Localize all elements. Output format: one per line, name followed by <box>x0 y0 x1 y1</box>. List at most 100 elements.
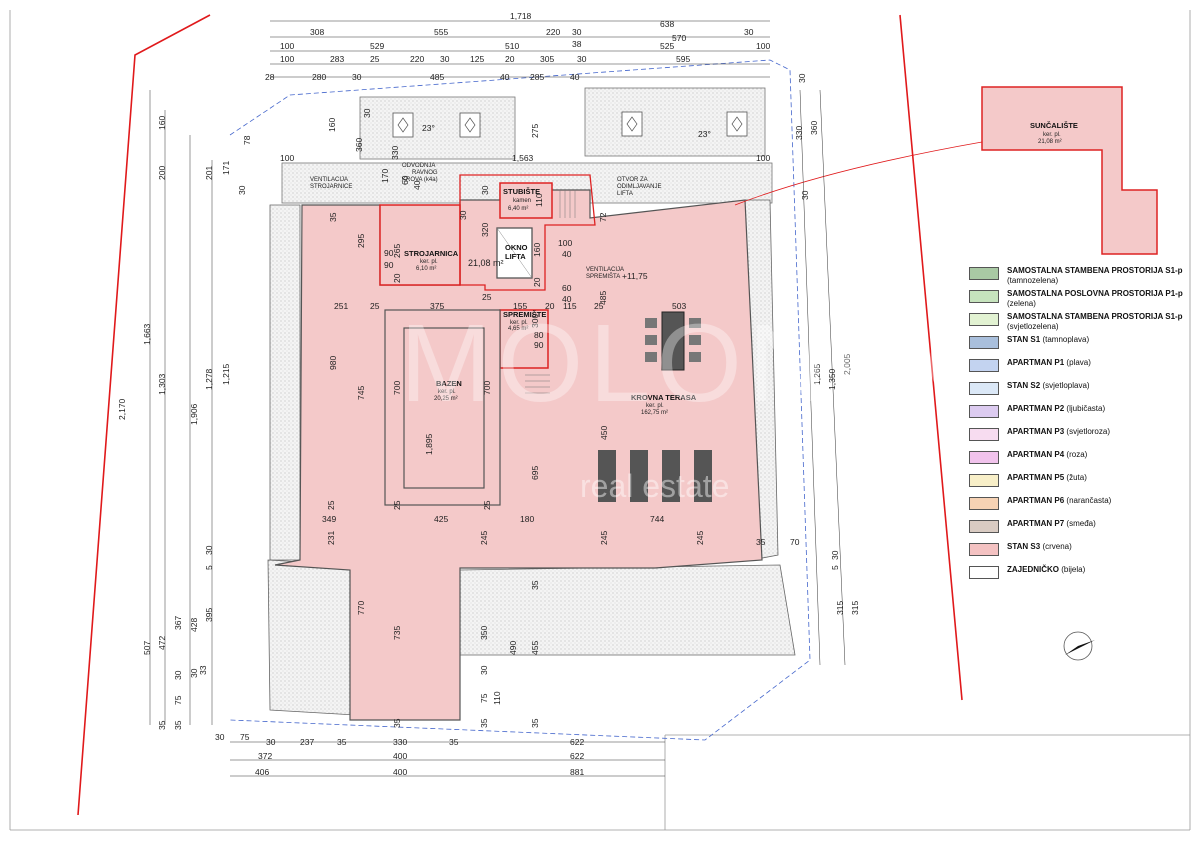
room-sub: kamen <box>513 198 531 204</box>
legend-label: APARTMAN P2 <box>1007 404 1065 413</box>
dim: 320 <box>480 223 490 237</box>
dim: 770 <box>356 601 366 615</box>
dim: 70 <box>790 537 800 547</box>
dim: 155 <box>513 301 527 311</box>
dim: 90 <box>534 340 544 350</box>
dim: 980 <box>328 356 338 370</box>
dim: 700 <box>392 381 402 395</box>
dim: 115 <box>563 301 577 311</box>
dim: 330 <box>390 146 400 160</box>
dim: 1,215 <box>221 363 231 385</box>
dim: 485 <box>430 72 444 82</box>
legend-sub: (svjetloroza) <box>1066 427 1110 436</box>
legend-label: APARTMAN P4 <box>1007 450 1065 459</box>
legend-swatch <box>969 428 999 441</box>
legend-sub: (tamnoplava) <box>1042 335 1090 344</box>
dim: 638 <box>660 19 674 29</box>
dim: 35 <box>173 720 183 730</box>
note: STROJARNICE <box>310 184 352 190</box>
dim: 100 <box>558 238 572 248</box>
dim: 400 <box>393 767 407 777</box>
dim: 1,278 <box>204 368 214 390</box>
legend-sub: (narančasta) <box>1066 496 1112 505</box>
dim: 30 <box>572 27 582 37</box>
legend-item: SAMOSTALNA STAMBENA PROSTORIJA S1-p (svje… <box>966 309 1196 332</box>
dim: 160 <box>157 116 167 130</box>
room-name: KROVNA TERASA <box>631 393 697 402</box>
dim: 1,563 <box>512 153 534 163</box>
legend-sub: (svjetlozelena) <box>1007 322 1059 331</box>
dim: 330 <box>393 737 407 747</box>
room-sub: ker. pl. <box>420 259 438 265</box>
dim: 360 <box>354 138 364 152</box>
legend-item: STAN S2 (svjetloplava) <box>966 378 1196 401</box>
dim: 455 <box>530 641 540 655</box>
dim: 30 <box>800 190 810 200</box>
legend-swatch <box>969 290 999 303</box>
legend-sub: (plava) <box>1066 358 1091 367</box>
dim: 25 <box>370 54 380 64</box>
dim: 1,265 <box>812 363 822 385</box>
dim: 20 <box>392 273 402 283</box>
dim: 30 <box>744 27 754 37</box>
dim: 201 <box>204 166 214 180</box>
dim: 30 <box>266 737 276 747</box>
dim: 349 <box>322 514 336 524</box>
legend-sub: (svjetloplava) <box>1042 381 1090 390</box>
dim: 35 <box>756 537 766 547</box>
dim: 38 <box>572 39 582 49</box>
note: RAVNOG <box>412 170 438 176</box>
legend-label: SAMOSTALNA STAMBENA PROSTORIJA S1-p <box>1007 266 1183 275</box>
dim: 881 <box>570 767 584 777</box>
dim: 330 <box>794 126 804 140</box>
dim: 280 <box>312 72 326 82</box>
dim: 372 <box>258 751 272 761</box>
legend-label: APARTMAN P1 <box>1007 358 1065 367</box>
legend-swatch <box>969 566 999 579</box>
legend-item: APARTMAN P6 (narančasta) <box>966 493 1196 516</box>
legend-swatch <box>969 543 999 556</box>
legend-swatch <box>969 382 999 395</box>
dim: 160 <box>327 118 337 132</box>
dim: 25 <box>482 500 492 510</box>
dim: 30 <box>237 185 247 195</box>
dim: 622 <box>570 737 584 747</box>
note: ODVODNJA <box>402 163 435 169</box>
dim: 220 <box>546 27 560 37</box>
dim: 315 <box>850 601 860 615</box>
dim: 75 <box>479 693 489 703</box>
legend-item: SAMOSTALNA STAMBENA PROSTORIJA S1-p (tamn… <box>966 263 1196 286</box>
dim: 110 <box>492 691 502 705</box>
dim: 60 <box>400 175 410 185</box>
room-name: STROJARNICA <box>404 249 459 258</box>
hall-area: 21,08 m² <box>468 258 504 268</box>
room-sub: ker. pl. <box>646 403 664 409</box>
dim: 400 <box>393 751 407 761</box>
dim: 1,663 <box>142 323 152 345</box>
dim: 30 <box>480 185 490 195</box>
lift-label: LIFTA <box>505 252 526 261</box>
dim: 2,005 <box>842 353 852 375</box>
dim: 30 <box>479 665 489 675</box>
legend-label: STAN S2 <box>1007 381 1041 390</box>
legend-label: STAN S3 <box>1007 542 1041 551</box>
dim: 485 <box>598 291 608 305</box>
dim: 30 <box>458 210 468 220</box>
dim: 428 <box>189 618 199 632</box>
room-area: 6,40 m² <box>508 206 528 212</box>
dim: 622 <box>570 751 584 761</box>
dim: 1,906 <box>189 403 199 425</box>
dim: 450 <box>599 426 609 440</box>
dim: 231 <box>326 531 336 545</box>
note: VENTILACIJA <box>310 177 348 183</box>
legend-label: APARTMAN P5 <box>1007 473 1065 482</box>
dim: 295 <box>356 234 366 248</box>
legend-label: APARTMAN P7 <box>1007 519 1065 528</box>
dim: 1,350 <box>827 368 837 390</box>
dim: 265 <box>392 244 402 258</box>
dim: 1,303 <box>157 373 167 395</box>
dim: 285 <box>530 72 544 82</box>
legend-item: APARTMAN P7 (smeđa) <box>966 516 1196 539</box>
legend-label: SAMOSTALNA POSLOVNA PROSTORIJA P1-p <box>1007 289 1183 298</box>
dim: 1,895 <box>424 433 434 455</box>
